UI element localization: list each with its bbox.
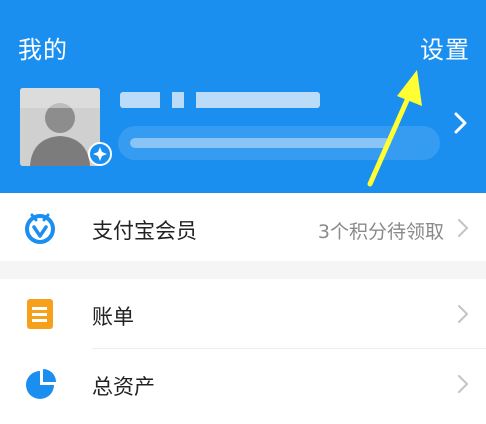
chevron-right-icon	[458, 219, 469, 237]
annotation-arrow-icon	[367, 70, 422, 187]
chevron-right-icon[interactable]	[450, 108, 472, 138]
menu-item-assets[interactable]: 总资产	[0, 349, 486, 424]
settings-button[interactable]: 设置	[420, 30, 470, 65]
member-row[interactable]: 支付宝会员 3个积分待领取	[0, 193, 486, 261]
member-icon	[25, 213, 55, 244]
chevron-right-icon	[458, 305, 469, 323]
menu-item-label: 账单	[92, 305, 134, 329]
page-title: 我的	[18, 36, 68, 64]
alipay-badge-icon	[88, 142, 112, 166]
chevron-right-icon	[458, 375, 469, 393]
bill-icon	[27, 299, 53, 329]
assets-pie-icon	[26, 369, 56, 399]
member-label: 支付宝会员	[92, 219, 197, 243]
member-hint: 3个积分待领取	[317, 221, 444, 243]
menu-item-bill[interactable]: 账单	[0, 279, 486, 349]
username-placeholder	[120, 92, 320, 108]
menu-item-label: 总资产	[92, 375, 155, 399]
